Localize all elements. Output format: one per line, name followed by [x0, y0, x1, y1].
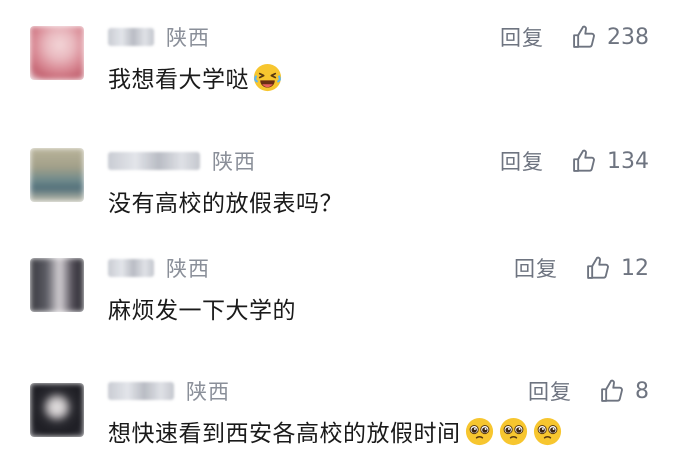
location-label: 陕西 [166, 257, 210, 281]
avatar[interactable] [30, 26, 84, 80]
comment-text-row: 我想看大学哒 [108, 60, 283, 94]
reply-button[interactable]: 回复 [514, 253, 558, 283]
comment-meta: 陕西 [108, 376, 230, 406]
comment-text-row: 没有高校的放假表吗？ [108, 184, 343, 218]
like-button[interactable]: 238 [570, 23, 649, 51]
username-blurred[interactable] [108, 259, 154, 277]
comment-text: 想快速看到西安各高校的放假时间 [108, 421, 461, 447]
comment-actions: 回复 8 [528, 376, 649, 406]
username-blurred[interactable] [108, 152, 200, 170]
comment-actions: 回复 134 [500, 146, 649, 176]
comment-text-row: 麻烦发一下大学的 [108, 291, 296, 325]
thumbs-up-icon [573, 149, 595, 172]
thumbs-up-icon [601, 379, 623, 402]
laughing-tears-emoji [253, 63, 282, 91]
comment-meta: 陕西 [108, 253, 210, 283]
comment-meta: 陕西 [108, 22, 210, 52]
comment-text: 麻烦发一下大学的 [108, 298, 296, 324]
username-blurred[interactable] [108, 28, 154, 46]
comment-text-row: 想快速看到西安各高校的放假时间 [108, 414, 563, 448]
comment-actions: 回复 238 [500, 22, 649, 52]
avatar[interactable] [30, 258, 84, 312]
location-label: 陕西 [212, 150, 256, 174]
location-label: 陕西 [166, 26, 210, 50]
like-count: 238 [607, 24, 649, 50]
like-count: 8 [635, 378, 649, 404]
pleading-face-emoji [499, 417, 527, 445]
comment-text: 没有高校的放假表吗？ [108, 191, 343, 217]
avatar[interactable] [30, 148, 84, 202]
comment-meta: 陕西 [108, 146, 256, 176]
comment-actions: 回复 12 [514, 253, 649, 283]
username-blurred[interactable] [108, 382, 174, 400]
like-count: 12 [621, 255, 649, 281]
like-button[interactable]: 12 [584, 254, 649, 282]
location-label: 陕西 [186, 380, 230, 404]
like-button[interactable]: 8 [598, 377, 649, 405]
like-count: 134 [607, 148, 649, 174]
thumbs-up-icon [573, 25, 595, 48]
reply-button[interactable]: 回复 [528, 376, 572, 406]
reply-button[interactable]: 回复 [500, 146, 544, 176]
comment-text: 我想看大学哒 [108, 67, 249, 93]
pleading-face-emoji [533, 417, 561, 445]
like-button[interactable]: 134 [570, 147, 649, 175]
thumbs-up-icon [587, 256, 609, 279]
comment-list: 陕西 回复 238 我想看大学哒 陕西 回复 134 没有高校的放假表吗？ 陕西… [0, 0, 681, 472]
avatar[interactable] [30, 383, 84, 437]
pleading-face-emoji [465, 417, 493, 445]
reply-button[interactable]: 回复 [500, 22, 544, 52]
